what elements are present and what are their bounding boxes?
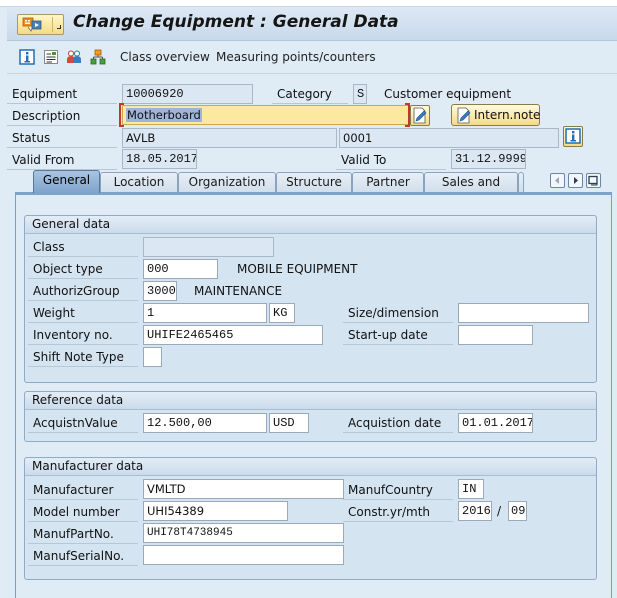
manuf-part-label: ManufPartNo. (28, 524, 138, 544)
application-toolbar: Class overview Measuring points/counters (7, 42, 617, 74)
acquisition-currency-field[interactable]: USD (269, 413, 309, 433)
constr-yr-mth-label: Constr.yr/mth (343, 502, 453, 522)
chevron-down-icon (57, 25, 61, 29)
manufacturer-data-title: Manufacturer data (25, 458, 596, 476)
manuf-part-field[interactable]: UHI78T4738945 (143, 523, 344, 543)
inventory-field[interactable]: UHIFE2465465 (143, 325, 323, 345)
focus-bracket-left (119, 103, 124, 127)
tab-partner[interactable]: Partner (352, 172, 424, 192)
valid-from-field[interactable]: 18.05.2017 (122, 149, 197, 169)
acquisition-value-field[interactable]: 12.500,00 (143, 413, 267, 433)
category-label: Category (272, 84, 348, 104)
menu-separator (52, 17, 53, 32)
tab-scroll-right-button[interactable] (568, 173, 583, 188)
weight-field[interactable]: 1 (143, 303, 267, 323)
constr-month-field[interactable]: 09 (508, 501, 527, 521)
acquisition-date-field[interactable]: 01.01.2017 (458, 413, 533, 433)
chevron-left-icon (555, 177, 559, 184)
manufacturer-field[interactable]: VMLTD (143, 479, 344, 499)
info-icon (565, 128, 581, 144)
acquisition-value-label: AcquistnValue (28, 413, 138, 433)
class-label: Class (28, 237, 138, 257)
object-type-label: Object type (28, 259, 138, 279)
menu-button[interactable] (17, 14, 64, 35)
model-number-field[interactable]: UHI54389 (143, 501, 288, 521)
category-field[interactable]: S (353, 84, 367, 104)
acquisition-date-label: Acquistion date (343, 413, 453, 433)
valid-to-label: Valid To (336, 150, 446, 170)
authoriz-group-field[interactable]: 3000 (143, 281, 177, 301)
title-bar: Change Equipment : General Data (7, 8, 617, 41)
document-icon[interactable] (43, 49, 59, 65)
manuf-country-field[interactable]: IN (458, 479, 484, 499)
tab-list-icon (588, 175, 598, 186)
manuf-serial-field[interactable] (143, 545, 344, 565)
status-field-2[interactable]: 0001 (339, 128, 559, 148)
status-label: Status (7, 128, 117, 148)
intern-note-label: Intern.note (474, 108, 541, 122)
tab-strip: General Location Organization Structure … (0, 170, 617, 208)
object-type-text: MOBILE EQUIPMENT (237, 262, 358, 276)
manuf-serial-label: ManufSerialNo. (28, 546, 138, 566)
description-field[interactable]: Motherboard (122, 105, 409, 125)
status-field[interactable]: AVLB (122, 128, 337, 148)
size-dimension-field[interactable] (458, 303, 589, 323)
chevron-right-icon (574, 177, 578, 184)
authoriz-group-text: MAINTENANCE (194, 284, 283, 298)
long-text-button[interactable] (410, 105, 430, 126)
authoriz-group-label: AuthorizGroup (28, 281, 138, 301)
inventory-label: Inventory no. (28, 325, 138, 345)
class-overview-button[interactable]: Class overview (120, 50, 210, 64)
valid-to-field[interactable]: 31.12.9999 (451, 149, 526, 169)
tab-general[interactable]: General (33, 170, 100, 193)
shift-note-label: Shift Note Type (28, 347, 138, 367)
constr-separator: / (497, 504, 502, 518)
weight-label: Weight (28, 303, 138, 323)
description-label: Description (7, 106, 117, 126)
constr-year-field[interactable]: 2016 (458, 501, 492, 521)
reference-data-title: Reference data (25, 392, 596, 410)
tab-structure[interactable]: Structure (276, 172, 352, 192)
info-icon[interactable] (19, 49, 35, 65)
menu-icon (22, 17, 42, 32)
top-strip (0, 0, 617, 7)
description-value: Motherboard (126, 108, 202, 122)
object-type-field[interactable]: 000 (143, 259, 218, 279)
general-data-title: General data (25, 216, 596, 234)
category-text: Customer equipment (384, 87, 512, 101)
hierarchy-icon[interactable] (90, 49, 106, 65)
valid-from-label: Valid From (7, 150, 117, 170)
tab-organization[interactable]: Organization (178, 172, 276, 192)
edit-icon (457, 107, 471, 124)
startup-date-field[interactable] (458, 325, 533, 345)
edit-icon (413, 107, 427, 124)
startup-date-label: Start-up date (343, 325, 453, 345)
class-field[interactable] (143, 237, 274, 257)
status-info-button[interactable] (563, 126, 583, 147)
measuring-points-button[interactable]: Measuring points/counters (216, 50, 376, 64)
tab-list-button[interactable] (586, 173, 601, 188)
size-dimension-label: Size/dimension (343, 303, 453, 323)
manufacturer-label: Manufacturer (28, 480, 138, 500)
equipment-label: Equipment (7, 84, 117, 104)
intern-note-button[interactable]: Intern.note (451, 104, 540, 126)
equipment-field[interactable]: 10006920 (122, 84, 253, 104)
page-title: Change Equipment : General Data (73, 12, 399, 32)
tab-location[interactable]: Location (100, 172, 178, 192)
manuf-country-label: ManufCountry (343, 480, 453, 500)
model-number-label: Model number (28, 502, 138, 522)
tab-sales-distribution[interactable]: Sales and Distr... (424, 172, 518, 208)
weight-unit-field[interactable]: KG (269, 303, 295, 323)
partners-icon[interactable] (66, 49, 82, 65)
shift-note-field[interactable] (143, 347, 162, 367)
tab-overflow (518, 172, 524, 192)
tab-scroll-left-button[interactable] (550, 173, 565, 188)
